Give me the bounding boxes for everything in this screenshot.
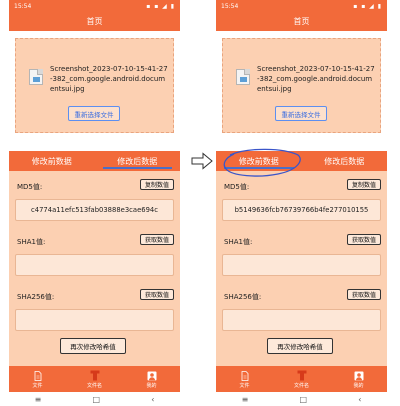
copy-md5-button[interactable]: 复制数值 xyxy=(347,179,381,190)
nav-item-file[interactable]: 文件 xyxy=(216,366,273,392)
sha256-value xyxy=(15,309,174,331)
md5-value: c4774a11efc513fab03888e3cae694c xyxy=(15,199,174,221)
tab-after-label: 修改后数据 xyxy=(117,156,158,166)
reselect-file-button[interactable]: 重新选择文件 xyxy=(68,106,120,121)
back-icon[interactable]: ‹ xyxy=(358,395,361,404)
nav-item-file[interactable]: 文件 xyxy=(9,366,66,392)
tab-bar: 修改前数据 修改后数据 xyxy=(9,151,180,171)
system-nav-bar: ≡ □ ‹ xyxy=(216,392,387,406)
file-card[interactable]: Screenshot_2023-07-10-15-41-27-382_com.g… xyxy=(15,38,174,133)
md5-value: b5149636fcb76739766b4fe277010155 xyxy=(222,199,381,221)
status-time: 15:54 xyxy=(221,2,239,10)
nav-item-profile[interactable]: 我的 xyxy=(123,366,180,392)
system-nav-bar: ≡ □ ‹ xyxy=(9,392,180,406)
nav-profile-label: 我的 xyxy=(146,382,157,389)
text-t-icon xyxy=(90,370,100,382)
copy-md5-button[interactable]: 复制数值 xyxy=(140,179,174,190)
tab-after[interactable]: 修改后数据 xyxy=(302,151,388,171)
file-card[interactable]: Screenshot_2023-07-10-15-41-27-382_com.g… xyxy=(222,38,381,133)
nav-item-filename[interactable]: 文件名 xyxy=(273,366,330,392)
active-tab-underline xyxy=(224,167,294,169)
recent-apps-icon[interactable]: ≡ xyxy=(35,395,42,404)
screen-before: 15:54 ▪ ▪ ◢ ▮ 首页 Screenshot_2023-07-10-1… xyxy=(9,0,180,406)
image-file-icon xyxy=(29,69,43,85)
nav-file-label: 文件 xyxy=(32,382,43,389)
page-title: 首页 xyxy=(293,17,310,26)
text-t-icon xyxy=(297,370,307,382)
file-name: Screenshot_2023-07-10-15-41-27-382_com.g… xyxy=(257,65,375,93)
hash-panel: MD5值: 复制数值 c4774a11efc513fab03888e3cae69… xyxy=(9,171,180,366)
sha1-label: SHA1值: xyxy=(17,238,46,246)
nav-item-filename[interactable]: 文件名 xyxy=(66,366,123,392)
get-sha1-button[interactable]: 获取数值 xyxy=(347,234,381,245)
user-icon xyxy=(147,370,157,382)
screen-after: 15:54 ▪ ▪ ◢ ▮ 首页 Screenshot_2023-07-10-1… xyxy=(216,0,387,406)
bottom-nav: 文件 文件名 我的 xyxy=(9,366,180,392)
get-sha256-button[interactable]: 获取数值 xyxy=(140,289,174,300)
tab-bar: 修改前数据 修改后数据 xyxy=(216,151,387,171)
sha1-label: SHA1值: xyxy=(224,238,253,246)
page-title: 首页 xyxy=(86,17,103,26)
recent-apps-icon[interactable]: ≡ xyxy=(242,395,249,404)
get-sha256-button[interactable]: 获取数值 xyxy=(347,289,381,300)
nav-filename-label: 文件名 xyxy=(86,382,102,389)
nav-item-profile[interactable]: 我的 xyxy=(330,366,387,392)
bottom-nav: 文件 文件名 我的 xyxy=(216,366,387,392)
document-icon xyxy=(34,370,42,382)
md5-label: MD5值: xyxy=(17,183,43,191)
sha256-label: SHA256值: xyxy=(224,293,262,301)
user-icon xyxy=(354,370,364,382)
home-icon[interactable]: □ xyxy=(92,395,100,404)
hash-panel: MD5值: 复制数值 b5149636fcb76739766b4fe277010… xyxy=(216,171,387,366)
sha1-value xyxy=(15,254,174,276)
status-icons: ▪ ▪ ◢ ▮ xyxy=(353,2,382,10)
tab-after[interactable]: 修改后数据 xyxy=(95,151,181,171)
app-bar: 首页 xyxy=(9,12,180,31)
md5-label: MD5值: xyxy=(224,183,250,191)
status-bar: 15:54 ▪ ▪ ◢ ▮ xyxy=(216,0,387,12)
app-bar: 首页 xyxy=(216,12,387,31)
nav-file-label: 文件 xyxy=(239,382,250,389)
reselect-file-button[interactable]: 重新选择文件 xyxy=(275,106,327,121)
status-time: 15:54 xyxy=(14,2,32,10)
image-file-icon xyxy=(236,69,250,85)
recalculate-hash-button[interactable]: 再次修改哈希值 xyxy=(60,338,126,354)
active-tab-underline xyxy=(102,167,172,169)
status-icons: ▪ ▪ ◢ ▮ xyxy=(146,2,175,10)
tab-after-label: 修改后数据 xyxy=(324,156,365,166)
nav-filename-label: 文件名 xyxy=(293,382,309,389)
document-icon xyxy=(241,370,249,382)
tab-before-label: 修改前数据 xyxy=(238,156,279,166)
right-arrow-icon xyxy=(191,152,213,170)
sha256-value xyxy=(222,309,381,331)
tab-before[interactable]: 修改前数据 xyxy=(9,151,95,171)
tab-before[interactable]: 修改前数据 xyxy=(216,151,302,171)
get-sha1-button[interactable]: 获取数值 xyxy=(140,234,174,245)
sha1-value xyxy=(222,254,381,276)
status-bar: 15:54 ▪ ▪ ◢ ▮ xyxy=(9,0,180,12)
tab-before-label: 修改前数据 xyxy=(31,156,72,166)
recalculate-hash-button[interactable]: 再次修改哈希值 xyxy=(267,338,333,354)
nav-profile-label: 我的 xyxy=(353,382,364,389)
back-icon[interactable]: ‹ xyxy=(151,395,154,404)
file-name: Screenshot_2023-07-10-15-41-27-382_com.g… xyxy=(50,65,168,93)
sha256-label: SHA256值: xyxy=(17,293,55,301)
home-icon[interactable]: □ xyxy=(299,395,307,404)
